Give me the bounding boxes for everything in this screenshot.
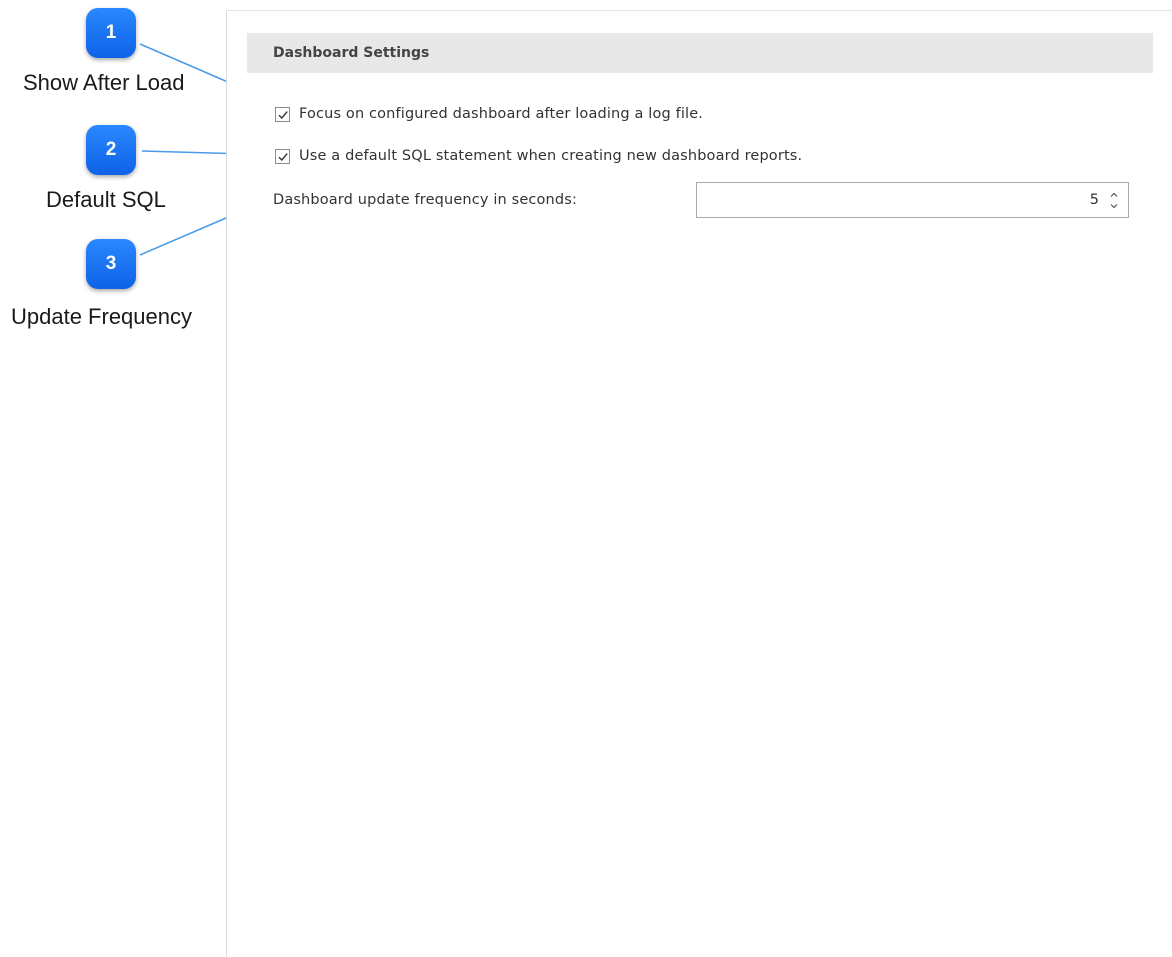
focus-after-load-checkbox[interactable]	[275, 106, 290, 122]
update-frequency-label: Dashboard update frequency in seconds:	[273, 192, 577, 208]
focus-after-load-label: Focus on configured dashboard after load…	[299, 106, 704, 122]
screenshot-stage: 1 Show After Load 2 Default SQL 3 Update…	[0, 0, 1172, 957]
chevron-down-icon[interactable]	[1110, 202, 1118, 210]
callout-badge-1: 1	[86, 8, 136, 58]
chevron-up-icon[interactable]	[1110, 191, 1118, 199]
update-frequency-spinner[interactable]: 5	[696, 182, 1129, 218]
update-frequency-value[interactable]: 5	[1090, 183, 1099, 217]
callout-connector-3	[139, 211, 241, 256]
default-sql-label: Use a default SQL statement when creatin…	[299, 148, 803, 164]
checkmark-icon	[278, 152, 288, 161]
focus-after-load-option[interactable]: Focus on configured dashboard after load…	[275, 103, 703, 125]
default-sql-option[interactable]: Use a default SQL statement when creatin…	[275, 145, 802, 167]
callout-label-show-after-load: Show After Load	[23, 70, 185, 95]
dashboard-settings-panel: Dashboard Settings Focus on configured d…	[226, 10, 1172, 957]
default-sql-checkbox[interactable]	[275, 148, 290, 164]
callout-label-default-sql: Default SQL	[46, 187, 166, 212]
callout-badge-2: 2	[86, 125, 136, 175]
callout-label-update-frequency: Update Frequency	[11, 304, 192, 329]
section-header-dashboard-settings: Dashboard Settings	[247, 33, 1153, 73]
checkmark-icon	[278, 110, 288, 119]
callout-badge-3: 3	[86, 239, 136, 289]
